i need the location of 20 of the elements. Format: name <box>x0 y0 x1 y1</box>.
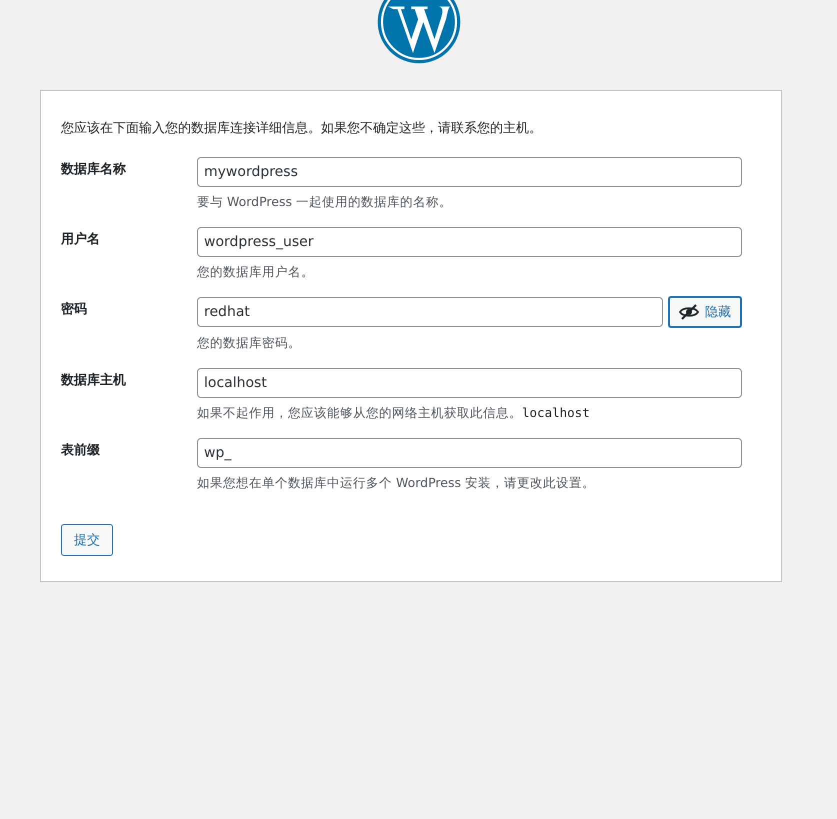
input-field[interactable]: mywordpress <box>197 157 742 187</box>
hide-password-button[interactable]: 隐藏 <box>668 296 742 328</box>
intro-text: 您应该在下面输入您的数据库连接详细信息。如果您不确定这些，请联系您的主机。 <box>61 120 543 137</box>
help-text: 您的数据库用户名。 <box>197 264 315 281</box>
field-label: 数据库主机 <box>61 372 127 390</box>
input-field[interactable]: redhat <box>197 297 663 327</box>
field-label: 表前缀 <box>61 442 101 460</box>
input-field[interactable]: wordpress_user <box>197 227 742 257</box>
logo-icon <box>376 0 462 65</box>
help-text: 要与 WordPress 一起使用的数据库的名称。 <box>197 194 453 211</box>
help-text: 您的数据库密码。 <box>197 335 302 352</box>
input-field[interactable]: localhost <box>197 368 742 398</box>
submit-button[interactable]: 提交 <box>61 524 113 556</box>
field-label: 数据库名称 <box>61 160 127 179</box>
eye-slash-icon <box>679 304 699 320</box>
help-text: 如果您想在单个数据库中运行多个 WordPress 安装，请更改此设置。 <box>197 475 596 492</box>
input-field[interactable]: wp_ <box>197 438 742 468</box>
field-label: 密码 <box>61 300 88 319</box>
help-text: 如果不起作用，您应该能够从您的网络主机获取此信息。localhost <box>197 405 591 422</box>
field-label: 用户名 <box>61 230 101 249</box>
